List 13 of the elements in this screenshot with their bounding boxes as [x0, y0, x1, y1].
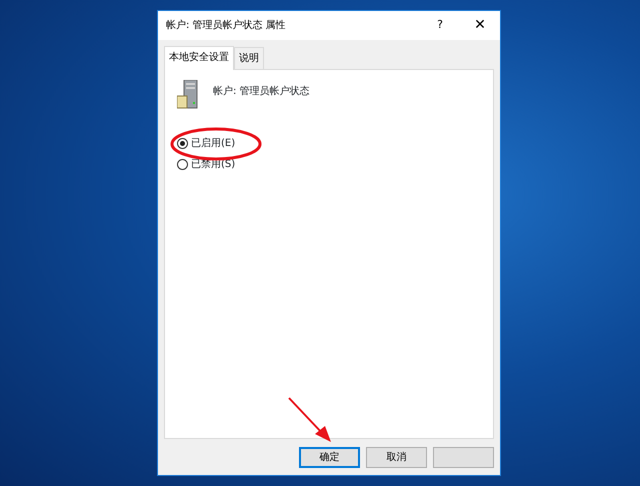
annotation-arrow	[287, 396, 333, 444]
radio-button[interactable]	[177, 159, 188, 170]
radio-label: 已启用(E)	[191, 136, 236, 151]
help-button[interactable]: ?	[420, 11, 460, 40]
dialog-button[interactable]: 取消	[366, 446, 427, 468]
tab[interactable]: 本地安全设置	[164, 46, 234, 70]
policy-name: 帐户: 管理员帐户状态	[213, 84, 310, 99]
computer-tower-icon	[177, 80, 199, 110]
radio-button[interactable]	[177, 138, 188, 149]
close-button[interactable]: ✕	[460, 11, 500, 40]
window-title: 帐户: 管理员帐户状态 属性	[166, 18, 287, 33]
tab[interactable]: 说明	[234, 47, 264, 69]
dialog-button[interactable]: 确定	[299, 446, 360, 468]
